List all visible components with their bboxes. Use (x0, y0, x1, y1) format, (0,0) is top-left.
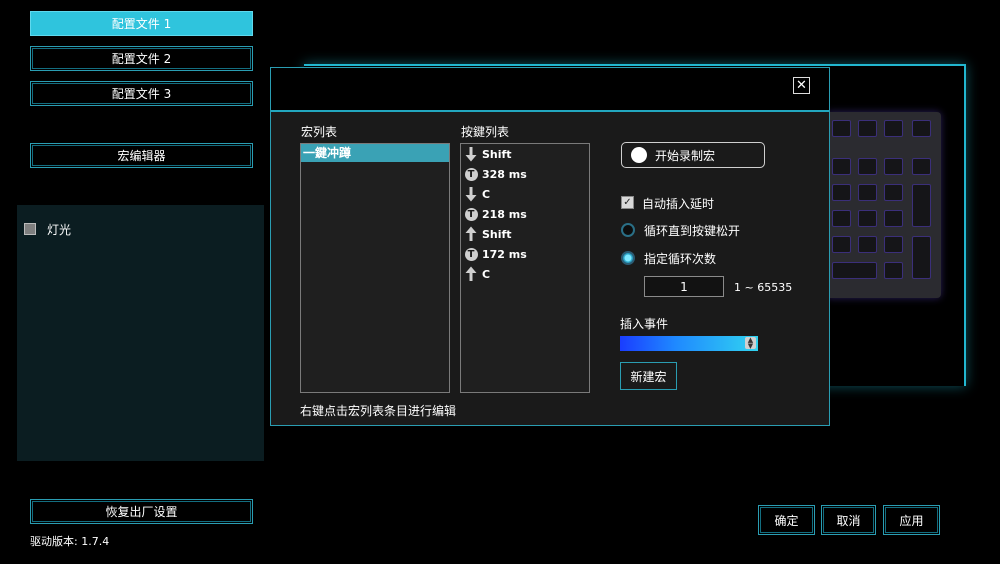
insert-event-select[interactable]: ▲ ▼ (620, 336, 758, 351)
macro-listbox[interactable]: 一鍵冲蹲 (300, 143, 450, 393)
ok-button[interactable]: 确定 (758, 505, 815, 535)
arrow-up-icon (464, 226, 478, 242)
profile-1-button[interactable]: 配置文件 1 (30, 11, 253, 36)
loop-until-release-label: 循环直到按键松开 (644, 224, 741, 238)
lighting-checkbox[interactable] (24, 223, 36, 235)
timer-icon: T (464, 246, 478, 262)
macro-list-item[interactable]: 一鍵冲蹲 (301, 144, 449, 162)
apply-button[interactable]: 应用 (883, 505, 940, 535)
version-label-text: 驱动版本: (30, 535, 78, 548)
record-dot-icon (631, 147, 647, 163)
key-list-item[interactable]: T 172 ms (461, 244, 589, 264)
timer-glyph: T (464, 207, 478, 221)
key-item-text: 218 ms (482, 207, 527, 221)
macro-list-label: 宏列表 (301, 125, 338, 139)
profile-2-button[interactable]: 配置文件 2 (30, 46, 253, 71)
key-list-item[interactable]: Shift (461, 144, 589, 164)
key-item-text: 328 ms (482, 167, 527, 181)
timer-icon: T (464, 206, 478, 222)
auto-delay-label: 自动插入延时 (642, 197, 715, 211)
key-list-item[interactable]: Shift (461, 224, 589, 244)
key-list-label: 按鍵列表 (461, 125, 510, 139)
timer-icon: T (464, 166, 478, 182)
record-macro-button[interactable]: 开始录制宏 (621, 142, 765, 168)
factory-reset-button[interactable]: 恢复出厂设置 (30, 499, 253, 524)
key-list-item[interactable]: C (461, 184, 589, 204)
auto-delay-checkbox[interactable]: ✓ (621, 196, 634, 209)
lighting-panel (17, 205, 264, 461)
key-list-item[interactable]: T 218 ms (461, 204, 589, 224)
cancel-button[interactable]: 取消 (821, 505, 876, 535)
edit-hint: 右键点击宏列表条目进行编辑 (300, 404, 457, 418)
loop-count-radio[interactable] (621, 251, 635, 265)
key-item-text: C (482, 187, 491, 201)
loop-count-label: 指定循环次数 (644, 252, 717, 266)
arrow-down-icon (464, 186, 478, 202)
key-item-text: Shift (482, 227, 512, 241)
timer-glyph: T (464, 167, 478, 181)
key-list-item[interactable]: C (461, 264, 589, 284)
macro-editor-button[interactable]: 宏编辑器 (30, 143, 253, 168)
key-item-text: 172 ms (482, 247, 527, 261)
arrow-up-icon (464, 266, 478, 282)
loop-until-release-radio[interactable] (621, 223, 635, 237)
profile-3-button[interactable]: 配置文件 3 (30, 81, 253, 106)
record-macro-label: 开始录制宏 (655, 148, 716, 163)
key-listbox[interactable]: Shift T 328 ms C T 218 ms Shift T 172 ms C (460, 143, 590, 393)
arrow-down-icon (464, 146, 478, 162)
key-list-item[interactable]: T 328 ms (461, 164, 589, 184)
lighting-label: 灯光 (47, 223, 72, 237)
close-icon[interactable]: ✕ (793, 77, 810, 94)
insert-event-label: 插入事件 (620, 317, 669, 331)
version-value: 1.7.4 (81, 535, 110, 548)
spinner-icon: ▲ ▼ (745, 337, 756, 350)
key-item-text: Shift (482, 147, 512, 161)
driver-version-label: 驱动版本: 1.7.4 (30, 533, 109, 549)
keyboard-image (826, 112, 941, 298)
dialog-header: ✕ (271, 68, 829, 112)
loop-range-label: 1 ~ 65535 (734, 281, 793, 294)
key-item-text: C (482, 267, 491, 281)
loop-count-input[interactable]: 1 (644, 276, 724, 297)
timer-glyph: T (464, 247, 478, 261)
new-macro-button[interactable]: 新建宏 (620, 362, 677, 390)
